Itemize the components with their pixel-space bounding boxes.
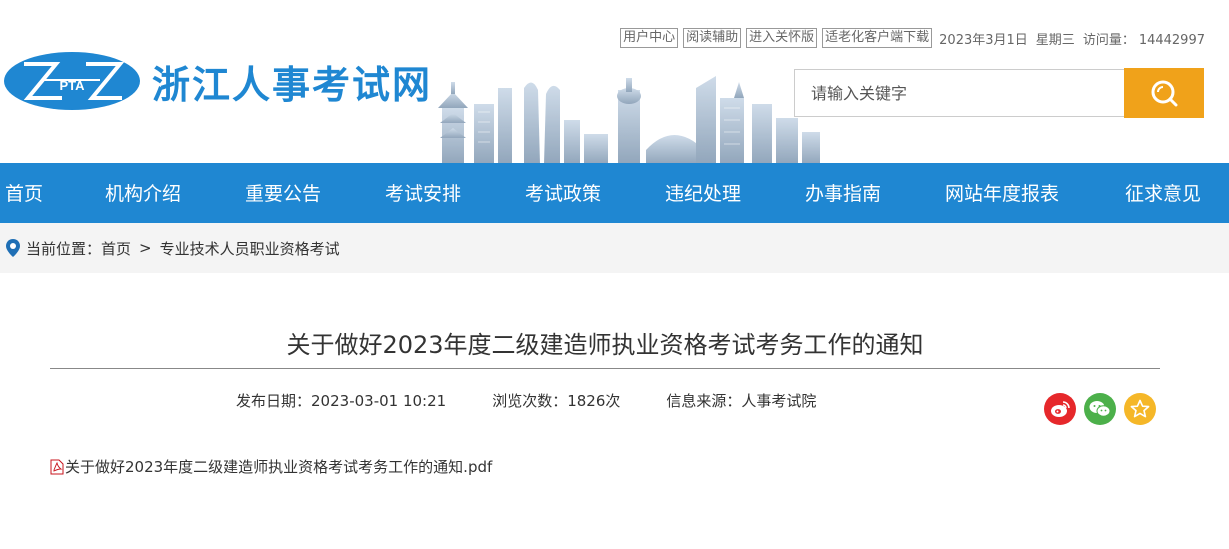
info-source: 信息来源：人事考试院 xyxy=(666,390,816,411)
breadcrumb: 当前位置： 首页 > 专业技术人员职业资格考试 xyxy=(0,223,1229,273)
favorite-icon xyxy=(1130,399,1150,418)
elderly-client-download-link[interactable]: 适老化客户端下载 xyxy=(822,28,933,48)
top-utility-bar: 用户中心 阅读辅助 进入关怀版 适老化客户端下载 2023年3月1日 星期三 访… xyxy=(620,27,1205,49)
info-source-label: 信息来源： xyxy=(666,392,742,410)
breadcrumb-home[interactable]: 首页 xyxy=(101,238,131,259)
publish-date-label: 发布日期： xyxy=(236,392,312,410)
search-bar xyxy=(794,68,1204,119)
main-navigation: 首页 机构介绍 重要公告 考试安排 考试政策 违纪处理 办事指南 网站年度报表 … xyxy=(0,163,1229,223)
article-meta: 发布日期：2023-03-01 10:21 浏览次数：1826次 信息来源：人事… xyxy=(236,390,862,411)
publish-date: 发布日期：2023-03-01 10:21 xyxy=(236,390,446,411)
visit-counter: 访问量： 14442997 xyxy=(1083,29,1205,48)
pdf-attachment-link[interactable]: 关于做好2023年度二级建造师执业资格考试考务工作的通知.pdf xyxy=(50,456,492,477)
pta-logo-emblem: PTA xyxy=(4,52,140,110)
nav-organization[interactable]: 机构介绍 xyxy=(105,163,181,223)
weibo-icon xyxy=(1051,401,1070,417)
attachment-filename: 关于做好2023年度二级建造师执业资格考试考务工作的通知.pdf xyxy=(65,458,493,476)
breadcrumb-current[interactable]: 专业技术人员职业资格考试 xyxy=(160,238,340,259)
visit-counter-value: 14442997 xyxy=(1138,32,1205,48)
search-icon xyxy=(1151,80,1178,107)
view-count: 浏览次数：1826次 xyxy=(492,390,620,411)
nav-discipline[interactable]: 违纪处理 xyxy=(665,163,741,223)
breadcrumb-label: 当前位置： xyxy=(26,239,102,258)
user-center-link[interactable]: 用户中心 xyxy=(620,28,679,48)
nav-home[interactable]: 首页 xyxy=(5,163,43,223)
reading-assist-link[interactable]: 阅读辅助 xyxy=(683,28,742,48)
view-count-label: 浏览次数： xyxy=(492,392,568,410)
search-button[interactable] xyxy=(1124,68,1204,118)
care-version-link[interactable]: 进入关怀版 xyxy=(746,28,818,48)
breadcrumb-separator: > xyxy=(139,239,152,257)
info-source-value: 人事考试院 xyxy=(741,392,817,410)
nav-exam-schedule[interactable]: 考试安排 xyxy=(385,163,461,223)
publish-date-value: 2023-03-01 10:21 xyxy=(311,392,447,410)
nav-announcements[interactable]: 重要公告 xyxy=(245,163,321,223)
wechat-icon xyxy=(1089,401,1111,417)
nav-feedback[interactable]: 征求意见 xyxy=(1125,163,1201,223)
pta-emblem-icon: PTA xyxy=(23,62,125,100)
nav-annual-report[interactable]: 网站年度报表 xyxy=(945,163,1059,223)
share-buttons xyxy=(1044,393,1164,425)
nav-service-guide[interactable]: 办事指南 xyxy=(805,163,881,223)
city-skyline-illustration xyxy=(438,76,820,164)
logo-text: PTA xyxy=(59,78,85,93)
current-weekday: 星期三 xyxy=(1035,32,1075,48)
title-divider xyxy=(50,368,1160,369)
share-wechat-button[interactable] xyxy=(1084,393,1116,425)
share-favorite-button[interactable] xyxy=(1124,393,1156,425)
article-title: 关于做好2023年度二级建造师执业资格考试考务工作的通知 xyxy=(286,331,924,359)
view-count-value: 1826次 xyxy=(567,392,621,410)
pdf-icon xyxy=(50,459,64,475)
nav-exam-policy[interactable]: 考试政策 xyxy=(525,163,601,223)
site-title: 浙江人事考试网 xyxy=(152,62,433,107)
visit-counter-label: 访问量： xyxy=(1082,32,1135,48)
location-pin-icon xyxy=(6,239,20,257)
share-weibo-button[interactable] xyxy=(1044,393,1076,425)
site-logo[interactable]: PTA 浙江人事考试网 xyxy=(4,52,432,110)
search-input[interactable] xyxy=(794,69,1124,117)
current-date: 2023年3月1日 xyxy=(939,32,1028,48)
